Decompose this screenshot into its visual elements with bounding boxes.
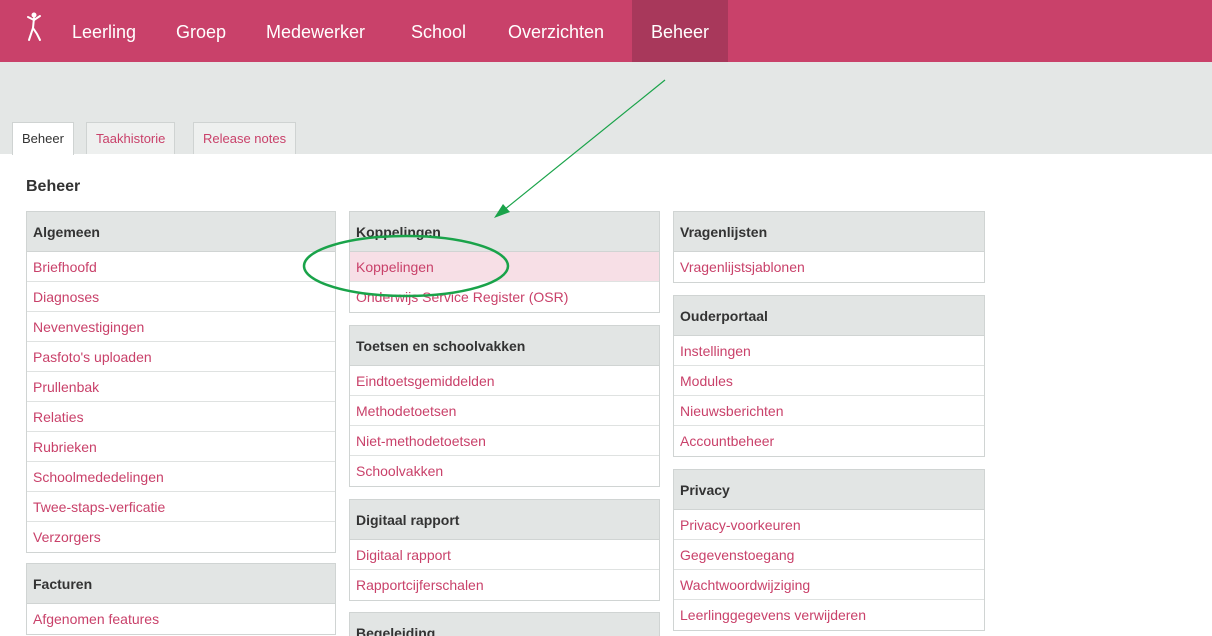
top-navigation-bar: Leerling Groep Medewerker School Overzic… [0, 0, 1212, 62]
panel-title-toetsen: Toetsen en schoolvakken [350, 326, 659, 366]
link-niet-methodetoetsen[interactable]: Niet-methodetoetsen [350, 426, 659, 456]
panel-privacy: Privacy Privacy-voorkeuren Gegevenstoega… [673, 469, 985, 631]
panel-title-privacy: Privacy [674, 470, 984, 510]
link-diagnoses[interactable]: Diagnoses [27, 282, 335, 312]
link-rubrieken[interactable]: Rubrieken [27, 432, 335, 462]
link-leerlinggegevens-verwijderen[interactable]: Leerlinggegevens verwijderen [674, 600, 984, 630]
nav-item-school[interactable]: School [411, 0, 466, 62]
link-koppelingen[interactable]: Koppelingen [350, 252, 659, 282]
panel-title-koppelingen: Koppelingen [350, 212, 659, 252]
panel-title-vragenlijsten: Vragenlijsten [674, 212, 984, 252]
panel-title-ouderportaal: Ouderportaal [674, 296, 984, 336]
link-accountbeheer[interactable]: Accountbeheer [674, 426, 984, 456]
link-nieuwsberichten[interactable]: Nieuwsberichten [674, 396, 984, 426]
link-nevenvestigingen[interactable]: Nevenvestigingen [27, 312, 335, 342]
panel-title-facturen: Facturen [27, 564, 335, 604]
sub-header-bar [0, 62, 1212, 154]
page-title: Beheer [26, 178, 81, 195]
link-briefhoofd[interactable]: Briefhoofd [27, 252, 335, 282]
panel-algemeen: Algemeen Briefhoofd Diagnoses Nevenvesti… [26, 211, 336, 553]
panel-koppelingen: Koppelingen Koppelingen Onderwijs Servic… [349, 211, 660, 313]
panel-digitaal-rapport: Digitaal rapport Digitaal rapport Rappor… [349, 499, 660, 601]
panel-vragenlijsten: Vragenlijsten Vragenlijstsjablonen [673, 211, 985, 283]
link-privacy-voorkeuren[interactable]: Privacy-voorkeuren [674, 510, 984, 540]
link-prullenbak[interactable]: Prullenbak [27, 372, 335, 402]
link-eindtoetsgemiddelden[interactable]: Eindtoetsgemiddelden [350, 366, 659, 396]
link-onderwijs-service-register[interactable]: Onderwijs Service Register (OSR) [350, 282, 659, 312]
link-methodetoetsen[interactable]: Methodetoetsen [350, 396, 659, 426]
link-digitaal-rapport[interactable]: Digitaal rapport [350, 540, 659, 570]
panel-title-begeleiding: Begeleiding [350, 613, 659, 636]
panel-title-algemeen: Algemeen [27, 212, 335, 252]
link-modules[interactable]: Modules [674, 366, 984, 396]
panel-begeleiding: Begeleiding [349, 612, 660, 636]
link-pasfotos-uploaden[interactable]: Pasfoto's uploaden [27, 342, 335, 372]
tab-taakhistorie[interactable]: Taakhistorie [86, 122, 176, 154]
link-twee-staps-verificatie[interactable]: Twee-staps-verficatie [27, 492, 335, 522]
nav-item-groep[interactable]: Groep [176, 0, 226, 62]
panel-facturen: Facturen Afgenomen features [26, 563, 336, 635]
panel-ouderportaal: Ouderportaal Instellingen Modules Nieuws… [673, 295, 985, 457]
nav-item-leerling[interactable]: Leerling [72, 0, 136, 62]
link-wachtwoordwijziging[interactable]: Wachtwoordwijziging [674, 570, 984, 600]
link-rapportcijferschalen[interactable]: Rapportcijferschalen [350, 570, 659, 600]
link-afgenomen-features[interactable]: Afgenomen features [27, 604, 335, 634]
nav-item-beheer[interactable]: Beheer [632, 0, 728, 62]
tab-beheer[interactable]: Beheer [12, 122, 74, 155]
link-instellingen[interactable]: Instellingen [674, 336, 984, 366]
tab-release-notes[interactable]: Release notes [193, 122, 297, 154]
link-gegevenstoegang[interactable]: Gegevenstoegang [674, 540, 984, 570]
panel-toetsen-en-schoolvakken: Toetsen en schoolvakken Eindtoetsgemidde… [349, 325, 660, 487]
link-vragenlijstsjablonen[interactable]: Vragenlijstsjablonen [674, 252, 984, 282]
link-verzorgers[interactable]: Verzorgers [27, 522, 335, 552]
link-relaties[interactable]: Relaties [27, 402, 335, 432]
panel-title-digitaal-rapport: Digitaal rapport [350, 500, 659, 540]
nav-item-medewerker[interactable]: Medewerker [266, 0, 365, 62]
link-schoolvakken[interactable]: Schoolvakken [350, 456, 659, 486]
nav-item-overzichten[interactable]: Overzichten [508, 0, 604, 62]
link-schoolmededelingen[interactable]: Schoolmededelingen [27, 462, 335, 492]
dancer-logo-icon[interactable] [22, 10, 46, 44]
